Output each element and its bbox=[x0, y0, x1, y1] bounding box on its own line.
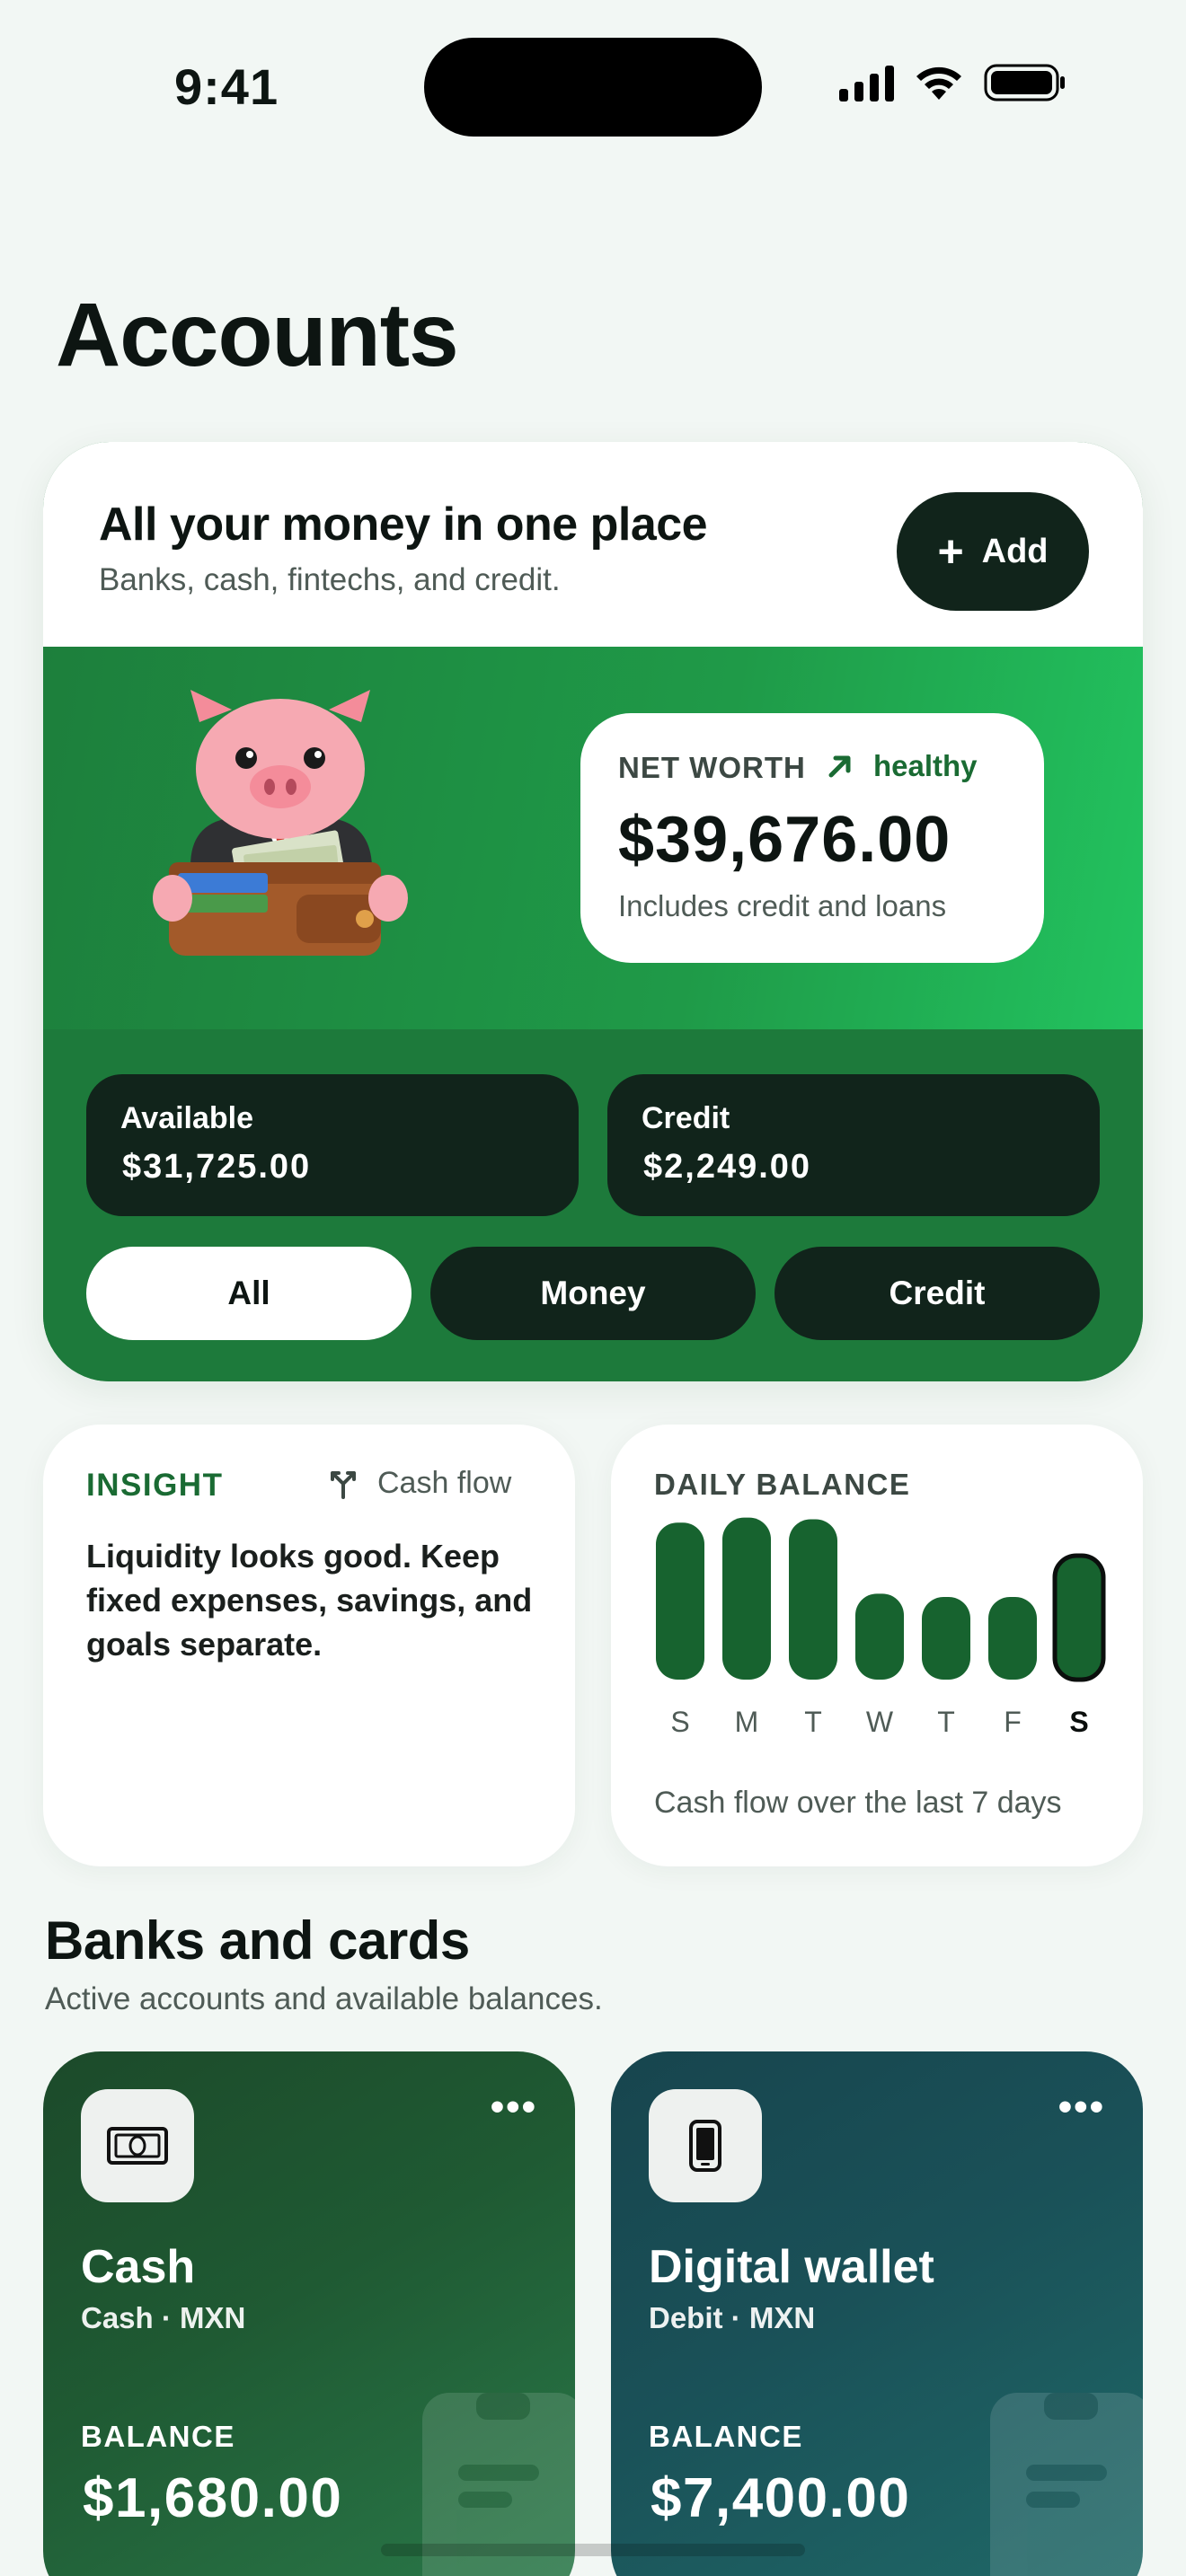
credit-stat: Credit $2,249.00 bbox=[607, 1074, 1100, 1216]
banks-section-subtitle: Active accounts and available balances. bbox=[45, 1981, 603, 2016]
net-worth-label: NET WORTH bbox=[618, 751, 806, 784]
trend-label: healthy bbox=[873, 749, 978, 782]
more-options-icon[interactable]: ••• bbox=[1058, 2087, 1105, 2127]
net-worth-band: NET WORTH healthy $39,676.00 Includes cr… bbox=[43, 647, 1143, 1029]
account-balance: $1,680.00 bbox=[83, 2467, 343, 2529]
insight-tag: INSIGHT bbox=[86, 1468, 224, 1503]
day-label: S bbox=[1069, 1706, 1088, 1738]
status-icons bbox=[839, 63, 1067, 102]
day-label: W bbox=[866, 1706, 894, 1738]
daily-balance-chart: SMTWTFS bbox=[656, 1517, 1106, 1738]
net-worth-trend: healthy bbox=[827, 749, 978, 783]
status-time: 9:41 bbox=[174, 58, 279, 115]
filter-credit[interactable]: Credit bbox=[774, 1247, 1100, 1340]
balance-bar bbox=[789, 1519, 837, 1680]
stat-value: $2,249.00 bbox=[643, 1148, 812, 1186]
filter-money[interactable]: Money bbox=[430, 1247, 756, 1340]
balance-label: BALANCE bbox=[649, 2420, 803, 2453]
balance-bar bbox=[722, 1517, 771, 1680]
balance-summary: Available $31,725.00 Credit $2,249.00 Al… bbox=[43, 1029, 1143, 1381]
balance-bar bbox=[988, 1597, 1037, 1680]
piggy-mascot-icon bbox=[153, 690, 408, 956]
summary-card-header: All your money in one place Banks, cash,… bbox=[43, 442, 1143, 647]
daily-balance-tag: DAILY BALANCE bbox=[654, 1468, 911, 1501]
day-label: T bbox=[937, 1706, 955, 1738]
summary-card: All your money in one place Banks, cash,… bbox=[43, 442, 1143, 1381]
account-card-digital-wallet[interactable]: ••• Digital wallet Debit · MXN BALANCE $… bbox=[611, 2051, 1143, 2576]
account-type: Cash · MXN bbox=[81, 2301, 246, 2334]
net-worth-note: Includes credit and loans bbox=[618, 889, 947, 922]
add-button-label: Add bbox=[981, 532, 1049, 570]
insight-text: Liquidity looks good. Keep fixed expense… bbox=[86, 1538, 533, 1663]
split-arrows-icon bbox=[331, 1470, 356, 1499]
available-stat: Available $31,725.00 bbox=[86, 1074, 579, 1216]
day-label: F bbox=[1004, 1706, 1022, 1738]
balance-bar bbox=[855, 1593, 904, 1680]
summary-subtitle: Banks, cash, fintechs, and credit. bbox=[99, 562, 561, 597]
phone-icon bbox=[649, 2089, 762, 2202]
account-card-cash[interactable]: ••• Cash Cash · MXN BALANCE $1,680.00 bbox=[43, 2051, 575, 2576]
balance-bar bbox=[1052, 1553, 1106, 1682]
dynamic-island bbox=[424, 38, 762, 137]
cash-flow-link: Cash flow bbox=[327, 1466, 511, 1501]
battery-icon bbox=[984, 64, 1065, 101]
plus-icon: + bbox=[937, 526, 964, 577]
cash-flow-label: Cash flow bbox=[377, 1466, 512, 1500]
account-balance: $7,400.00 bbox=[651, 2467, 911, 2529]
phone-watermark-icon bbox=[990, 2393, 1143, 2576]
summary-title: All your money in one place bbox=[99, 498, 708, 551]
balance-bar bbox=[922, 1597, 970, 1680]
account-name: Digital wallet bbox=[649, 2241, 934, 2293]
net-worth-value: $39,676.00 bbox=[618, 804, 951, 876]
banknote-icon bbox=[81, 2089, 194, 2202]
daily-balance-card[interactable]: DAILY BALANCE S M T W T F S Cash flow over the… bbox=[611, 1425, 1143, 1866]
wifi-icon bbox=[916, 66, 961, 100]
daily-balance-note: Cash flow over the last 7 days bbox=[654, 1786, 1062, 1820]
status-bar: 9:41 bbox=[0, 0, 1186, 180]
home-indicator bbox=[381, 2544, 805, 2556]
balance-bar bbox=[656, 1522, 704, 1680]
stat-value: $31,725.00 bbox=[122, 1148, 312, 1186]
account-type: Debit · MXN bbox=[649, 2301, 816, 2334]
more-options-icon[interactable]: ••• bbox=[491, 2087, 537, 2127]
balance-label: BALANCE bbox=[81, 2420, 235, 2453]
filter-all[interactable]: All bbox=[86, 1247, 412, 1340]
day-label: T bbox=[804, 1706, 822, 1738]
page-title: Accounts bbox=[56, 285, 459, 385]
day-label: M bbox=[735, 1706, 759, 1738]
banks-section-title: Banks and cards bbox=[45, 1910, 470, 1971]
add-account-button[interactable]: + Add bbox=[897, 492, 1089, 611]
insight-card[interactable]: INSIGHT Cash flow Liquidity looks good. … bbox=[43, 1425, 575, 1866]
stat-label: Credit bbox=[642, 1101, 730, 1135]
cellular-signal-icon bbox=[839, 64, 894, 101]
account-name: Cash bbox=[81, 2241, 196, 2293]
net-worth-card: NET WORTH healthy $39,676.00 Includes cr… bbox=[580, 713, 1044, 963]
trend-up-icon bbox=[828, 755, 851, 778]
day-label: S bbox=[670, 1706, 689, 1738]
stat-label: Available bbox=[120, 1101, 254, 1135]
